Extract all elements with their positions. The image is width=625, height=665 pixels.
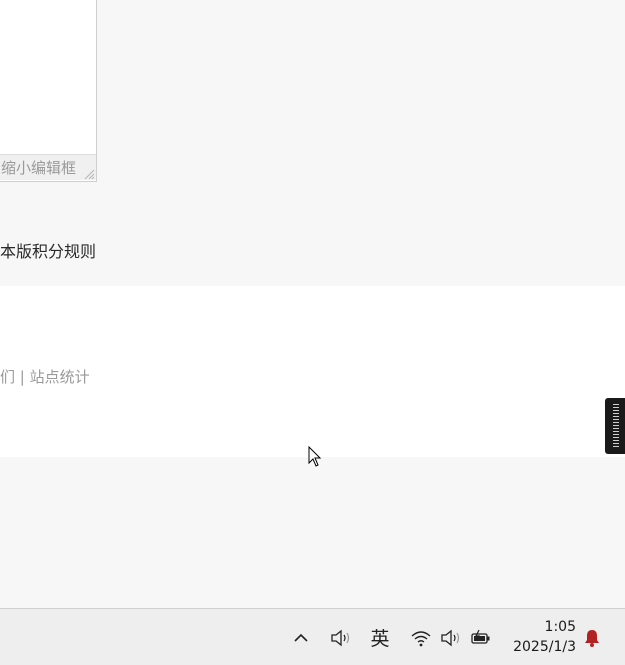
resize-grip-icon[interactable] xyxy=(83,168,95,180)
clock-date: 2025/1/3 xyxy=(513,639,576,655)
speaker-button[interactable] xyxy=(328,609,354,665)
battery-charging-icon xyxy=(471,629,490,644)
bell-icon xyxy=(585,629,599,647)
volume-icon xyxy=(441,629,460,646)
tray-expand-button[interactable] xyxy=(290,609,312,665)
page-footer: 们 | 站点统计 xyxy=(0,286,625,457)
side-drawer-tab[interactable] xyxy=(605,398,625,454)
wifi-icon xyxy=(411,630,431,646)
shrink-editor-label: 缩小编辑框 xyxy=(1,159,77,177)
chevron-up-icon xyxy=(294,633,308,642)
footer-links[interactable]: 们 | 站点统计 xyxy=(0,366,90,387)
clock-time: 1:05 xyxy=(544,619,576,635)
reply-editor[interactable]: 缩小编辑框 xyxy=(0,0,97,182)
shrink-editor-button[interactable]: 缩小编辑框 xyxy=(0,154,96,180)
mouse-cursor-icon xyxy=(308,446,322,467)
ime-label: 英 xyxy=(370,628,390,650)
speaker-icon xyxy=(331,629,350,646)
battery-button[interactable] xyxy=(468,609,494,665)
taskbar-clock[interactable]: 1:05 2025/1/3 xyxy=(500,617,576,657)
grip-lines-icon xyxy=(613,404,619,448)
notification-button[interactable] xyxy=(580,609,604,665)
taskbar: 英 1:05 2025/1/3 xyxy=(0,608,625,665)
ime-mode-button[interactable]: 英 xyxy=(368,609,392,665)
page-content: 缩小编辑框 本版积分规则 们 | 站点统计 xyxy=(0,0,625,608)
board-points-rules-link[interactable]: 本版积分规则 xyxy=(0,238,96,262)
volume-button[interactable] xyxy=(438,609,464,665)
wifi-button[interactable] xyxy=(408,609,434,665)
